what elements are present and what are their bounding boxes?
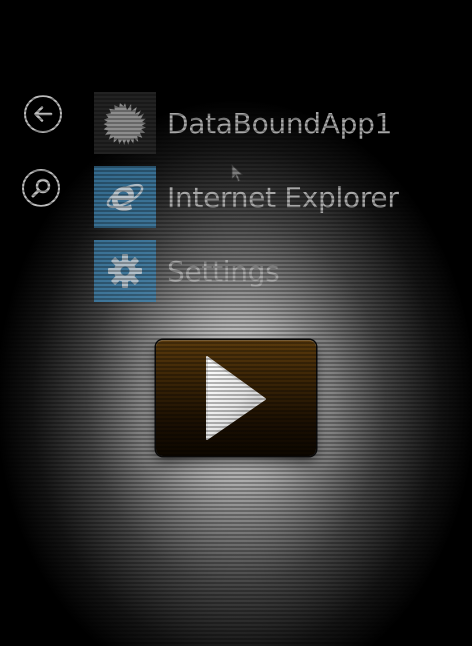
app-switcher-screen: DataBoundApp1 Internet Explorer Settings (0, 0, 472, 646)
play-button[interactable] (156, 340, 316, 456)
app-label: Settings (167, 254, 280, 288)
app-label: DataBoundApp1 (167, 106, 393, 140)
back-arrow-icon (34, 106, 53, 122)
search-icon (31, 178, 51, 198)
play-icon (206, 356, 266, 440)
app-tile (94, 240, 156, 302)
app-item-databoundapp1[interactable]: DataBoundApp1 (94, 92, 399, 154)
app-item-settings[interactable]: Settings (94, 240, 399, 302)
search-button[interactable] (22, 169, 60, 207)
internet-explorer-icon (106, 183, 144, 211)
app-list: DataBoundApp1 Internet Explorer Settings (94, 92, 399, 314)
mouse-cursor-icon (231, 164, 244, 183)
app-tile (94, 166, 156, 228)
sun-badge-icon (103, 102, 146, 145)
app-label: Internet Explorer (167, 180, 399, 214)
app-item-internet-explorer[interactable]: Internet Explorer (94, 166, 399, 228)
back-button[interactable] (24, 95, 62, 133)
app-tile (94, 92, 156, 154)
gear-icon (108, 254, 142, 288)
